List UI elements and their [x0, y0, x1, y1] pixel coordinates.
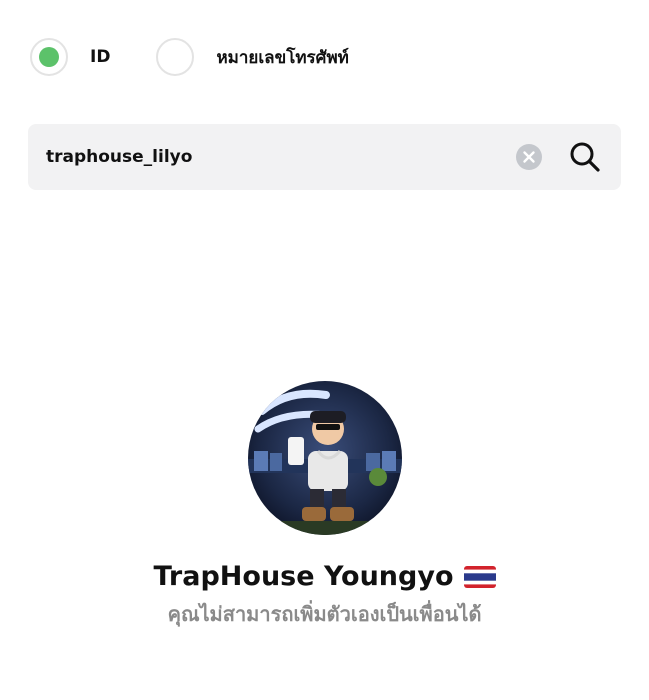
radio-selected-dot	[39, 47, 59, 67]
profile-result: TrapHouse Youngyo คุณไม่สามารถเพิ่มตัวเอ…	[0, 381, 649, 630]
search-input[interactable]	[46, 124, 486, 190]
clear-button[interactable]	[516, 144, 542, 170]
profile-name-row: TrapHouse Youngyo	[0, 561, 649, 592]
search-box	[28, 124, 621, 190]
thailand-flag-icon	[463, 565, 496, 588]
avatar[interactable]	[247, 381, 402, 535]
avatar-image	[247, 381, 402, 535]
search-button[interactable]	[566, 138, 604, 176]
radio-label-id: ID	[90, 47, 111, 67]
radio-label-phone: หมายเลขโทรศัพท์	[216, 47, 349, 68]
radio-option-id[interactable]: ID	[30, 38, 110, 76]
radio-button-phone[interactable]	[156, 38, 195, 76]
radio-button-id[interactable]	[30, 38, 68, 76]
search-type-selector: ID หมายเลขโทรศัพท์	[30, 38, 349, 76]
clear-circle-icon	[516, 144, 542, 170]
profile-note: คุณไม่สามารถเพิ่มตัวเองเป็นเพื่อนได้	[167, 602, 482, 626]
profile-name: TrapHouse Youngyo	[153, 561, 454, 592]
radio-option-phone[interactable]: หมายเลขโทรศัพท์	[156, 38, 349, 76]
magnifier-icon	[570, 142, 600, 172]
